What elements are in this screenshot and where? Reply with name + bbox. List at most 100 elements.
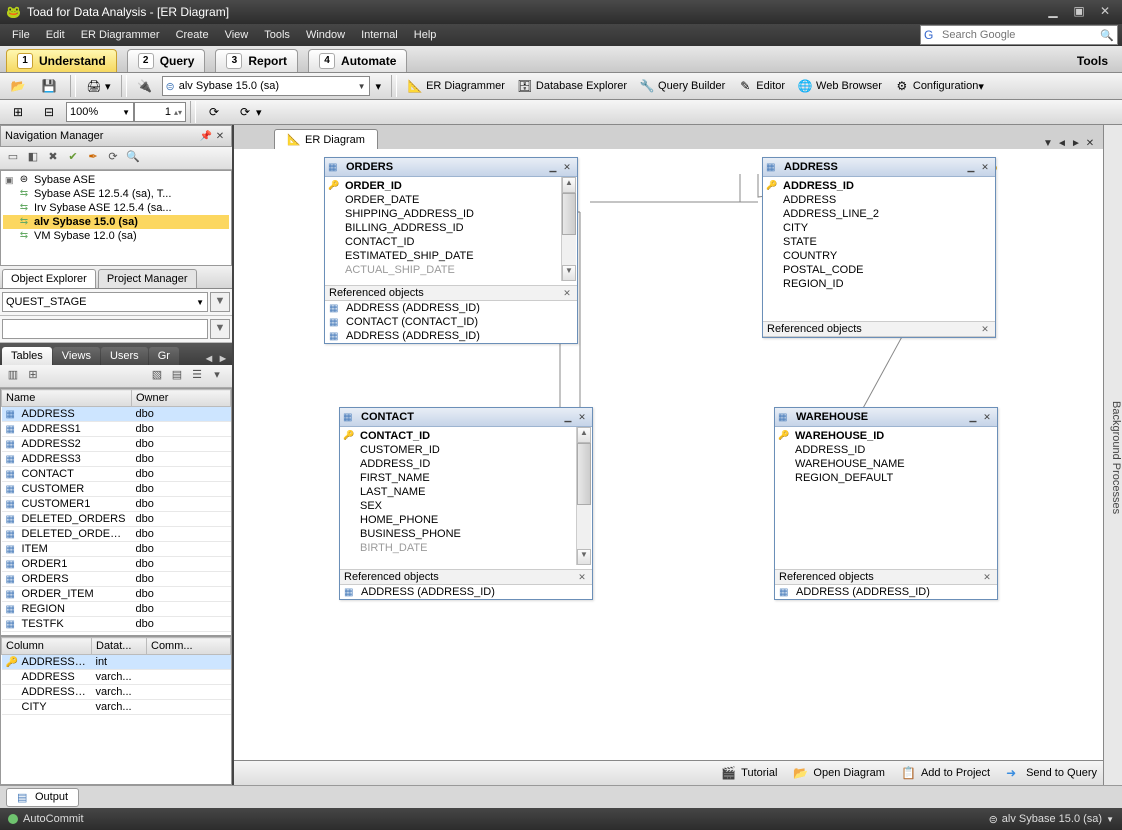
- tables-grid[interactable]: NameOwner ▦ADDRESSdbo▦ADDRESS1dbo▦ADDRES…: [0, 388, 232, 636]
- table-row[interactable]: ADDRESSvarch...: [2, 670, 231, 685]
- col-comment[interactable]: Comm...: [147, 638, 231, 655]
- tree-item[interactable]: ⇆VM Sybase 12.0 (sa): [3, 229, 229, 243]
- doc-close-icon[interactable]: ✕: [1083, 138, 1097, 149]
- tab-project-manager[interactable]: Project Manager: [98, 269, 197, 288]
- tool-editor[interactable]: ✎Editor: [731, 76, 791, 96]
- tree-item[interactable]: ⇆Sybase ASE 12.5.4 (sa), T...: [3, 187, 229, 201]
- er-column[interactable]: ACTUAL_SHIP_DATE: [325, 263, 577, 277]
- tb-btn-4[interactable]: ▤: [168, 368, 186, 384]
- er-column[interactable]: ORDER_ID: [325, 179, 577, 193]
- save-button[interactable]: 💾: [35, 76, 66, 96]
- nav-btn-2[interactable]: ◧: [24, 150, 42, 166]
- scroll-down[interactable]: ▼: [562, 265, 576, 281]
- close-icon[interactable]: ✕: [561, 288, 573, 299]
- close-icon[interactable]: ✕: [979, 324, 991, 335]
- col-name[interactable]: Name: [2, 390, 132, 407]
- refresh-button[interactable]: ⟳: [200, 102, 231, 122]
- er-table-warehouse[interactable]: ▦WAREHOUSE▁✕ WAREHOUSE_ID ADDRESS_ID WAR…: [774, 407, 998, 600]
- ref-item[interactable]: ▦CONTACT (CONTACT_ID): [325, 315, 577, 329]
- er-table-address[interactable]: ▦ADDRESS▁✕ ADDRESS_ID ADDRESS ADDRESS_LI…: [762, 157, 996, 338]
- status-connection[interactable]: ⊜ alv Sybase 15.0 (sa) ▼: [989, 813, 1114, 826]
- columns-grid[interactable]: ColumnDatat...Comm... 🔑ADDRESS_IDintADDR…: [0, 636, 232, 785]
- er-column[interactable]: ADDRESS_LINE_2: [763, 207, 995, 221]
- col-datatype[interactable]: Datat...: [92, 638, 147, 655]
- er-column[interactable]: REGION_ID: [763, 277, 995, 291]
- connection-more-button[interactable]: ▾: [370, 77, 388, 96]
- er-table-contact[interactable]: ▦CONTACT▁✕ CONTACT_ID CUSTOMER_ID ADDRES…: [339, 407, 593, 600]
- er-column[interactable]: SHIPPING_ADDRESS_ID: [325, 207, 577, 221]
- er-column[interactable]: SEX: [340, 499, 592, 513]
- close-icon[interactable]: ✕: [560, 162, 574, 173]
- zoom-dropdown[interactable]: 100%▼: [66, 102, 134, 122]
- table-row[interactable]: 🔑ADDRESS_IDint: [2, 655, 231, 670]
- refresh-all-button[interactable]: ⟳▾: [231, 102, 268, 122]
- doc-next-icon[interactable]: ►: [1069, 138, 1083, 149]
- close-button[interactable]: ✕: [1094, 4, 1116, 20]
- ref-item[interactable]: ▦ADDRESS (ADDRESS_ID): [325, 301, 577, 315]
- min-icon[interactable]: ▁: [964, 162, 978, 173]
- prev-icon[interactable]: ◄: [202, 353, 216, 365]
- minimize-button[interactable]: ▁: [1042, 4, 1064, 20]
- tb-btn-5[interactable]: ☰: [188, 368, 206, 384]
- menu-internal[interactable]: Internal: [353, 27, 406, 43]
- nav-btn-6[interactable]: ⟳: [104, 150, 122, 166]
- tool-web-browser[interactable]: 🌐Web Browser: [791, 76, 888, 96]
- er-column[interactable]: ESTIMATED_SHIP_DATE: [325, 249, 577, 263]
- scroll-down[interactable]: ▼: [577, 549, 591, 565]
- right-rail-background-processes[interactable]: Background Processes: [1103, 125, 1122, 785]
- tb-btn-3[interactable]: ▧: [148, 368, 166, 384]
- menu-tools[interactable]: Tools: [256, 27, 298, 43]
- nav-btn-7[interactable]: 🔍: [124, 150, 142, 166]
- next-icon[interactable]: ►: [216, 353, 230, 365]
- nav-btn-1[interactable]: ▭: [4, 150, 22, 166]
- er-column[interactable]: STATE: [763, 235, 995, 249]
- tree-root[interactable]: ▣⊜Sybase ASE: [3, 173, 229, 187]
- filter-button[interactable]: ▼: [210, 292, 230, 312]
- tool-query-builder[interactable]: 🔧Query Builder: [633, 76, 731, 96]
- menu-view[interactable]: View: [217, 27, 257, 43]
- close-icon[interactable]: ✕: [575, 412, 589, 423]
- table-row[interactable]: ▦REGIONdbo: [2, 602, 231, 617]
- layout-btn1[interactable]: ⊞: [4, 102, 35, 122]
- tab-automate[interactable]: 4Automate: [308, 49, 407, 72]
- doc-prev-icon[interactable]: ◄: [1055, 138, 1069, 149]
- er-column[interactable]: ADDRESS: [763, 193, 995, 207]
- schema-filter-dropdown[interactable]: QUEST_STAGE▼: [2, 292, 208, 312]
- tab-report[interactable]: 3Report: [215, 49, 298, 72]
- table-row[interactable]: ▦ORDERSdbo: [2, 572, 231, 587]
- tb-btn-1[interactable]: ▥: [4, 368, 22, 384]
- er-column[interactable]: ADDRESS_ID: [763, 179, 995, 193]
- menu-help[interactable]: Help: [406, 27, 445, 43]
- scroll-up[interactable]: ▲: [562, 177, 576, 193]
- close-icon[interactable]: ✕: [978, 162, 992, 173]
- table-row[interactable]: ▦ORDER1dbo: [2, 557, 231, 572]
- table-row[interactable]: ▦DELETED_ORDERSdbo: [2, 512, 231, 527]
- er-column[interactable]: ADDRESS_ID: [775, 443, 997, 457]
- table-row[interactable]: ADDRESS_...varch...: [2, 685, 231, 700]
- print-button[interactable]: 🖨▾: [80, 76, 117, 96]
- text-filter-input[interactable]: [2, 319, 208, 339]
- er-column[interactable]: ADDRESS_ID: [340, 457, 592, 471]
- link-send-to-query[interactable]: ➜Send to Query: [1006, 766, 1097, 780]
- table-row[interactable]: ▦ORDER_ITEMdbo: [2, 587, 231, 602]
- layout-btn2[interactable]: ⊟: [35, 102, 66, 122]
- pin-icon[interactable]: 📌: [199, 131, 213, 142]
- min-icon[interactable]: ▁: [561, 412, 575, 423]
- tab-understand[interactable]: 1Understand: [6, 49, 117, 72]
- er-column[interactable]: POSTAL_CODE: [763, 263, 995, 277]
- menu-file[interactable]: File: [4, 27, 38, 43]
- close-icon[interactable]: ✕: [980, 412, 994, 423]
- link-tutorial[interactable]: 🎬Tutorial: [721, 766, 777, 780]
- filter-button-2[interactable]: ▼: [210, 319, 230, 339]
- link-open-diagram[interactable]: 📂Open Diagram: [793, 766, 885, 780]
- er-column[interactable]: WAREHOUSE_ID: [775, 429, 997, 443]
- col-column[interactable]: Column: [2, 638, 92, 655]
- table-row[interactable]: ▦CONTACTdbo: [2, 467, 231, 482]
- nav-btn-3[interactable]: ✖: [44, 150, 62, 166]
- tab-object-explorer[interactable]: Object Explorer: [2, 269, 96, 288]
- close-icon[interactable]: ✕: [981, 572, 993, 583]
- er-column[interactable]: HOME_PHONE: [340, 513, 592, 527]
- er-column[interactable]: BILLING_ADDRESS_ID: [325, 221, 577, 235]
- search-input[interactable]: [940, 28, 1100, 42]
- er-canvas[interactable]: ▦ORDERS▁✕ ORDER_ID ORDER_DATE SHIPPING_A…: [234, 149, 1103, 760]
